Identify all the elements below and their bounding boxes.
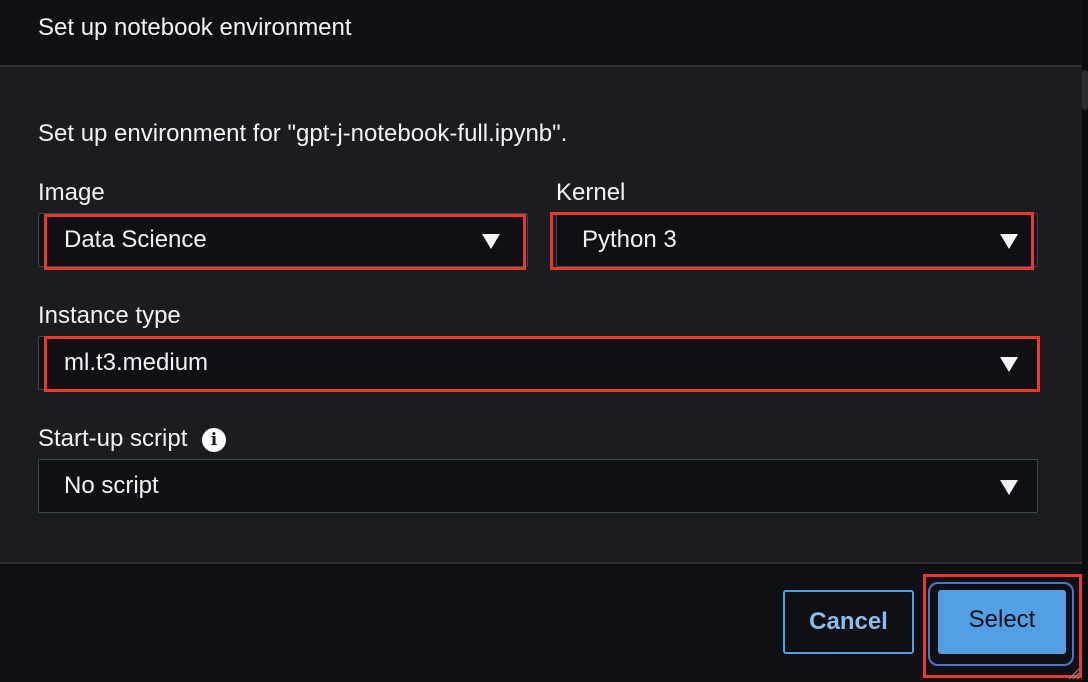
caret-down-icon <box>1000 480 1018 495</box>
caret-down-icon <box>1000 357 1018 372</box>
kernel-select-value: Python 3 <box>582 226 677 253</box>
image-label: Image <box>38 179 105 206</box>
select-button[interactable]: Select <box>938 590 1066 654</box>
instance-type-select-value: ml.t3.medium <box>64 349 209 376</box>
info-icon[interactable]: i <box>202 428 226 452</box>
instance-type-label: Instance type <box>38 302 181 329</box>
kernel-select[interactable]: Python 3 <box>556 213 1038 267</box>
caret-down-icon <box>1000 234 1018 249</box>
dialog-title: Set up notebook environment <box>38 14 352 41</box>
kernel-label: Kernel <box>556 179 626 206</box>
intro-text: Set up environment for "gpt-j-notebook-f… <box>38 120 568 147</box>
startup-script-select[interactable]: No script <box>38 459 1038 513</box>
dialog-footer: Cancel Select <box>0 562 1082 682</box>
resize-grip-icon[interactable] <box>1068 668 1080 680</box>
cancel-button[interactable]: Cancel <box>783 590 914 654</box>
setup-notebook-dialog: Set up notebook environment Set up envir… <box>0 0 1088 682</box>
startup-script-select-value: No script <box>64 472 159 499</box>
instance-type-select[interactable]: ml.t3.medium <box>38 336 1038 390</box>
image-select[interactable]: Data Science <box>38 213 528 267</box>
caret-down-icon <box>482 234 500 249</box>
startup-script-label: Start-up script <box>38 425 188 452</box>
scrollbar[interactable] <box>1082 0 1088 682</box>
dialog-header: Set up notebook environment <box>0 0 1088 67</box>
dialog-body: Set up environment for "gpt-j-notebook-f… <box>0 67 1082 562</box>
image-select-value: Data Science <box>64 226 207 253</box>
scrollbar-thumb[interactable] <box>1082 70 1088 110</box>
